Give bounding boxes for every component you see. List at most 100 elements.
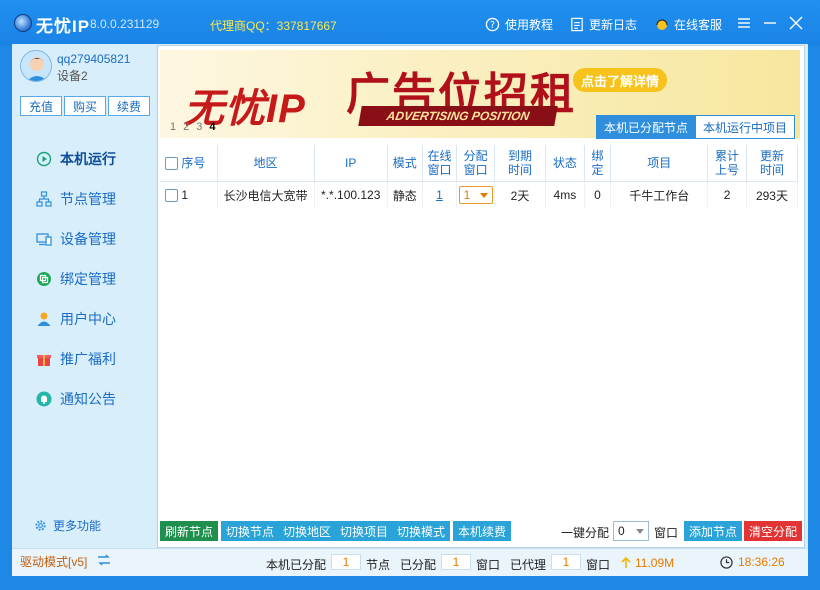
header-index[interactable]: 序号 (160, 145, 218, 182)
banner-page-current[interactable]: 4 (209, 121, 215, 133)
header-status: 状态 (545, 145, 585, 182)
table-row[interactable]: 1 长沙电信大宽带 *.*.100.123 静态 1 1 2天 4ms 0 千牛… (160, 181, 799, 209)
sidebar-item-devices[interactable]: 设备管理 (15, 222, 155, 256)
header-label: 累计 (715, 148, 740, 163)
svg-text:?: ? (490, 20, 495, 31)
network-speed: 11.09M (620, 556, 674, 570)
banner-cta-button[interactable]: 点击了解详情 (573, 68, 668, 92)
header-ip: IP (314, 145, 388, 182)
cell-assign-window: 1 (456, 181, 496, 209)
nodes-unit: 节点 (366, 558, 391, 572)
cell-update: 293天 (746, 181, 799, 209)
play-circle-icon (35, 150, 53, 168)
recharge-button[interactable]: 充值 (20, 96, 62, 116)
header-label: 时间 (759, 162, 784, 177)
banner-page[interactable]: 3 (196, 121, 202, 133)
cell-mode: 静态 (387, 181, 423, 209)
header-project: 项目 (610, 145, 709, 182)
header-label: 窗口 (463, 162, 488, 177)
menu-button[interactable] (733, 12, 755, 34)
add-node-button[interactable]: 添加节点 (684, 521, 743, 541)
sidebar-item-bindings[interactable]: 绑定管理 (15, 262, 155, 296)
cell-region: 长沙电信大宽带 (217, 181, 315, 209)
sidebar-item-local-run[interactable]: 本机运行 (15, 142, 155, 176)
clock: 18:36:26 (720, 555, 785, 569)
onekey-assign-value: 0 (618, 524, 625, 538)
speed-icon (621, 557, 631, 568)
onekey-assign-select[interactable]: 0 (613, 521, 649, 541)
swap-icon[interactable] (96, 553, 112, 570)
avatar[interactable] (20, 50, 52, 82)
sidebar-item-user-center[interactable]: 用户中心 (15, 302, 155, 336)
changelog-link[interactable]: 更新日志 (570, 16, 637, 33)
sidebar-item-label: 绑定管理 (60, 271, 116, 287)
window-unit: 窗口 (586, 558, 611, 572)
header-expire: 到期 时间 (494, 145, 547, 182)
sidebar-item-label: 推广福利 (60, 351, 116, 367)
banner-page[interactable]: 1 (170, 121, 176, 133)
nodes-table: 序号 地区 IP 模式 在线 窗口 分配 窗口 到期 时间 状态 绑定 项目 累计 上号… (160, 145, 799, 209)
header-label: 窗口 (427, 162, 452, 177)
switch-region-button[interactable]: 切换地区 (278, 521, 337, 541)
cell-status: 4ms (545, 181, 585, 209)
sidebar-item-promotion[interactable]: 推广福利 (15, 342, 155, 376)
switch-node-button[interactable]: 切换节点 (221, 521, 280, 541)
user-icon (35, 310, 53, 328)
clock-icon (720, 555, 733, 569)
cell-ip: *.*.100.123 (314, 181, 388, 209)
buy-button[interactable]: 购买 (64, 96, 106, 116)
menu-icon (738, 18, 750, 28)
renew-local-button[interactable]: 本机续费 (453, 521, 512, 541)
row-checkbox[interactable] (165, 189, 178, 203)
tab-running-projects[interactable]: 本机运行中项目 (695, 115, 796, 139)
header-label: 上号 (715, 162, 740, 177)
local-assigned-value: 1 (331, 554, 361, 570)
changelog-label: 更新日志 (589, 18, 638, 32)
more-functions-button[interactable]: 更多功能 (34, 517, 101, 534)
row-index: 1 (181, 188, 189, 203)
bind-icon (35, 270, 53, 288)
sidebar-item-notices[interactable]: 通知公告 (15, 382, 155, 416)
tab-assigned-nodes[interactable]: 本机已分配节点 (596, 115, 697, 139)
switch-project-button[interactable]: 切换项目 (335, 521, 394, 541)
assigned-label: 已分配 (400, 558, 437, 572)
sidebar-item-label: 节点管理 (60, 191, 116, 207)
assign-window-value: 1 (463, 188, 471, 203)
banner-subtitle: ADVERTISING POSITION (358, 106, 558, 126)
cell-expire: 2天 (494, 181, 547, 209)
switch-mode-button[interactable]: 切换模式 (392, 521, 451, 541)
app-logo-icon (14, 14, 32, 32)
online-window-link[interactable]: 1 (436, 188, 443, 202)
close-button[interactable] (785, 12, 807, 34)
sidebar-item-label: 用户中心 (60, 311, 116, 327)
header-update: 更新 时间 (746, 145, 799, 182)
title-bar: 无忧IP 8.0.0.231129 代理商QQ：337817667 ? 使用教程… (0, 0, 820, 46)
refresh-nodes-button[interactable]: 刷新节点 (160, 521, 219, 541)
tutorial-link[interactable]: ? 使用教程 (485, 16, 553, 33)
chevron-down-icon (636, 528, 644, 534)
minimize-icon (764, 22, 776, 24)
drive-mode-label[interactable]: 驱动模式[v5] (20, 553, 87, 570)
sidebar-item-nodes[interactable]: 节点管理 (15, 182, 155, 216)
select-all-checkbox[interactable] (165, 156, 178, 170)
minimize-button[interactable] (759, 12, 781, 34)
clear-assign-button[interactable]: 清空分配 (744, 521, 803, 541)
renew-button[interactable]: 续费 (108, 96, 150, 116)
cell-index: 1 (160, 181, 218, 209)
support-link[interactable]: 在线客服 (655, 16, 722, 33)
assign-window-select[interactable]: 1 (458, 186, 493, 205)
question-icon: ? (485, 17, 500, 32)
window-unit: 窗口 (476, 558, 501, 572)
gift-icon (35, 350, 53, 368)
speed-value: 11.09M (635, 556, 675, 570)
header-label: 序号 (181, 155, 206, 170)
header-region: 地区 (217, 145, 315, 182)
header-label: 分配 (463, 148, 488, 163)
sidebar (13, 45, 155, 548)
header-label: 在线 (427, 148, 452, 163)
assigned-value: 1 (441, 554, 471, 570)
document-icon (571, 17, 583, 32)
app-name: 无忧IP (36, 17, 91, 36)
banner-page[interactable]: 2 (183, 121, 189, 133)
chevron-down-icon (479, 192, 488, 198)
